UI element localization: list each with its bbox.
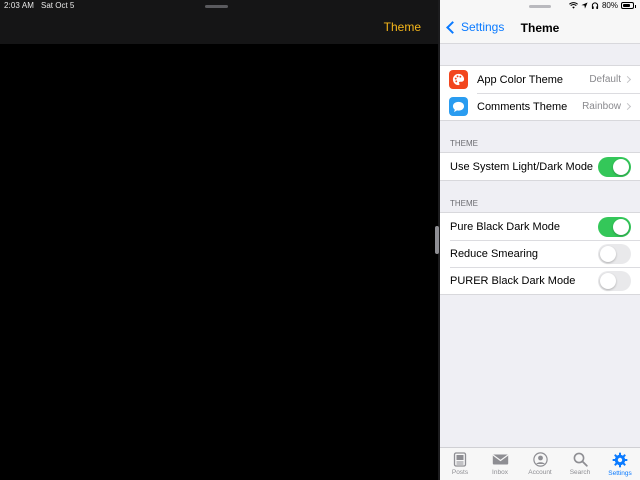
tab-account[interactable]: Account bbox=[520, 448, 560, 480]
left-top-bar: 2:03 AM Sat Oct 5 Theme bbox=[0, 0, 438, 44]
multitasking-grabber-left[interactable] bbox=[205, 5, 228, 8]
tab-label: Search bbox=[569, 469, 591, 476]
status-date: Sat Oct 5 bbox=[41, 1, 75, 10]
toggle-purer-black[interactable] bbox=[598, 270, 631, 291]
tab-label: Posts bbox=[451, 469, 469, 476]
toggle-use-system-mode[interactable] bbox=[598, 156, 631, 177]
row-label: PURER Black Dark Mode bbox=[450, 274, 576, 287]
palette-icon bbox=[449, 70, 468, 89]
row-value: Default bbox=[589, 74, 621, 85]
row-use-system-mode: Use System Light/Dark Mode bbox=[440, 153, 640, 180]
tab-posts[interactable]: Posts bbox=[440, 448, 480, 480]
section-header-theme: THEME bbox=[450, 139, 478, 148]
theme-options-group: App Color Theme Default Comments Theme R… bbox=[440, 65, 640, 121]
account-icon bbox=[532, 452, 548, 467]
row-label: Reduce Smearing bbox=[450, 247, 539, 260]
row-pure-black: Pure Black Dark Mode bbox=[440, 213, 640, 240]
chevron-right-icon bbox=[623, 102, 632, 111]
chat-bubble-icon bbox=[449, 97, 468, 116]
row-label: Pure Black Dark Mode bbox=[450, 220, 561, 233]
toggle-pure-black[interactable] bbox=[598, 216, 631, 237]
status-time: 2:03 AM bbox=[4, 1, 35, 10]
row-label: Use System Light/Dark Mode bbox=[450, 160, 594, 173]
section-header-theme-2: THEME bbox=[450, 199, 478, 208]
chevron-right-icon bbox=[623, 75, 632, 84]
dark-mode-group: Pure Black Dark Mode Reduce Smearing PUR… bbox=[440, 212, 640, 295]
tab-settings[interactable]: Settings bbox=[600, 448, 640, 480]
row-label: Comments Theme bbox=[477, 100, 568, 113]
settings-pane: 80% Settings Theme App Color Theme Defau… bbox=[440, 0, 640, 480]
location-arrow-icon bbox=[581, 2, 588, 9]
search-icon bbox=[573, 452, 588, 467]
battery-percent: 80% bbox=[601, 1, 618, 10]
row-reduce-smearing: Reduce Smearing bbox=[440, 240, 640, 267]
inbox-icon bbox=[492, 454, 508, 465]
ipad-split-view: 2:03 AM Sat Oct 5 Theme 80% Settings The… bbox=[0, 0, 640, 480]
navigation-bar: Settings Theme bbox=[440, 14, 640, 44]
left-pane: 2:03 AM Sat Oct 5 Theme bbox=[0, 0, 438, 480]
status-bar: 80% bbox=[440, 0, 640, 14]
row-value: Rainbow bbox=[582, 101, 621, 112]
tab-inbox[interactable]: Inbox bbox=[480, 448, 520, 480]
posts-icon bbox=[453, 452, 467, 467]
split-divider-handle[interactable] bbox=[435, 226, 439, 254]
system-theme-group: Use System Light/Dark Mode bbox=[440, 152, 640, 181]
row-label: App Color Theme bbox=[477, 73, 564, 86]
multitasking-grabber-right[interactable] bbox=[529, 5, 551, 8]
tab-label: Account bbox=[528, 469, 552, 476]
row-app-color-theme[interactable]: App Color Theme Default bbox=[440, 66, 640, 93]
tab-search[interactable]: Search bbox=[560, 448, 600, 480]
tab-label: Inbox bbox=[492, 469, 508, 476]
tab-label: Settings bbox=[608, 470, 632, 477]
row-comments-theme[interactable]: Comments Theme Rainbow bbox=[440, 93, 640, 120]
battery-icon bbox=[621, 2, 636, 9]
tab-bar: Posts Inbox Account Search Settings bbox=[440, 447, 640, 480]
wifi-icon bbox=[569, 2, 578, 9]
page-title: Theme bbox=[520, 21, 560, 35]
row-purer-black: PURER Black Dark Mode bbox=[440, 267, 640, 294]
gear-icon bbox=[612, 452, 628, 468]
status-icons: 80% bbox=[569, 1, 636, 10]
headphones-icon bbox=[591, 2, 599, 9]
theme-link[interactable]: Theme bbox=[384, 20, 421, 34]
toggle-reduce-smearing[interactable] bbox=[598, 243, 631, 264]
